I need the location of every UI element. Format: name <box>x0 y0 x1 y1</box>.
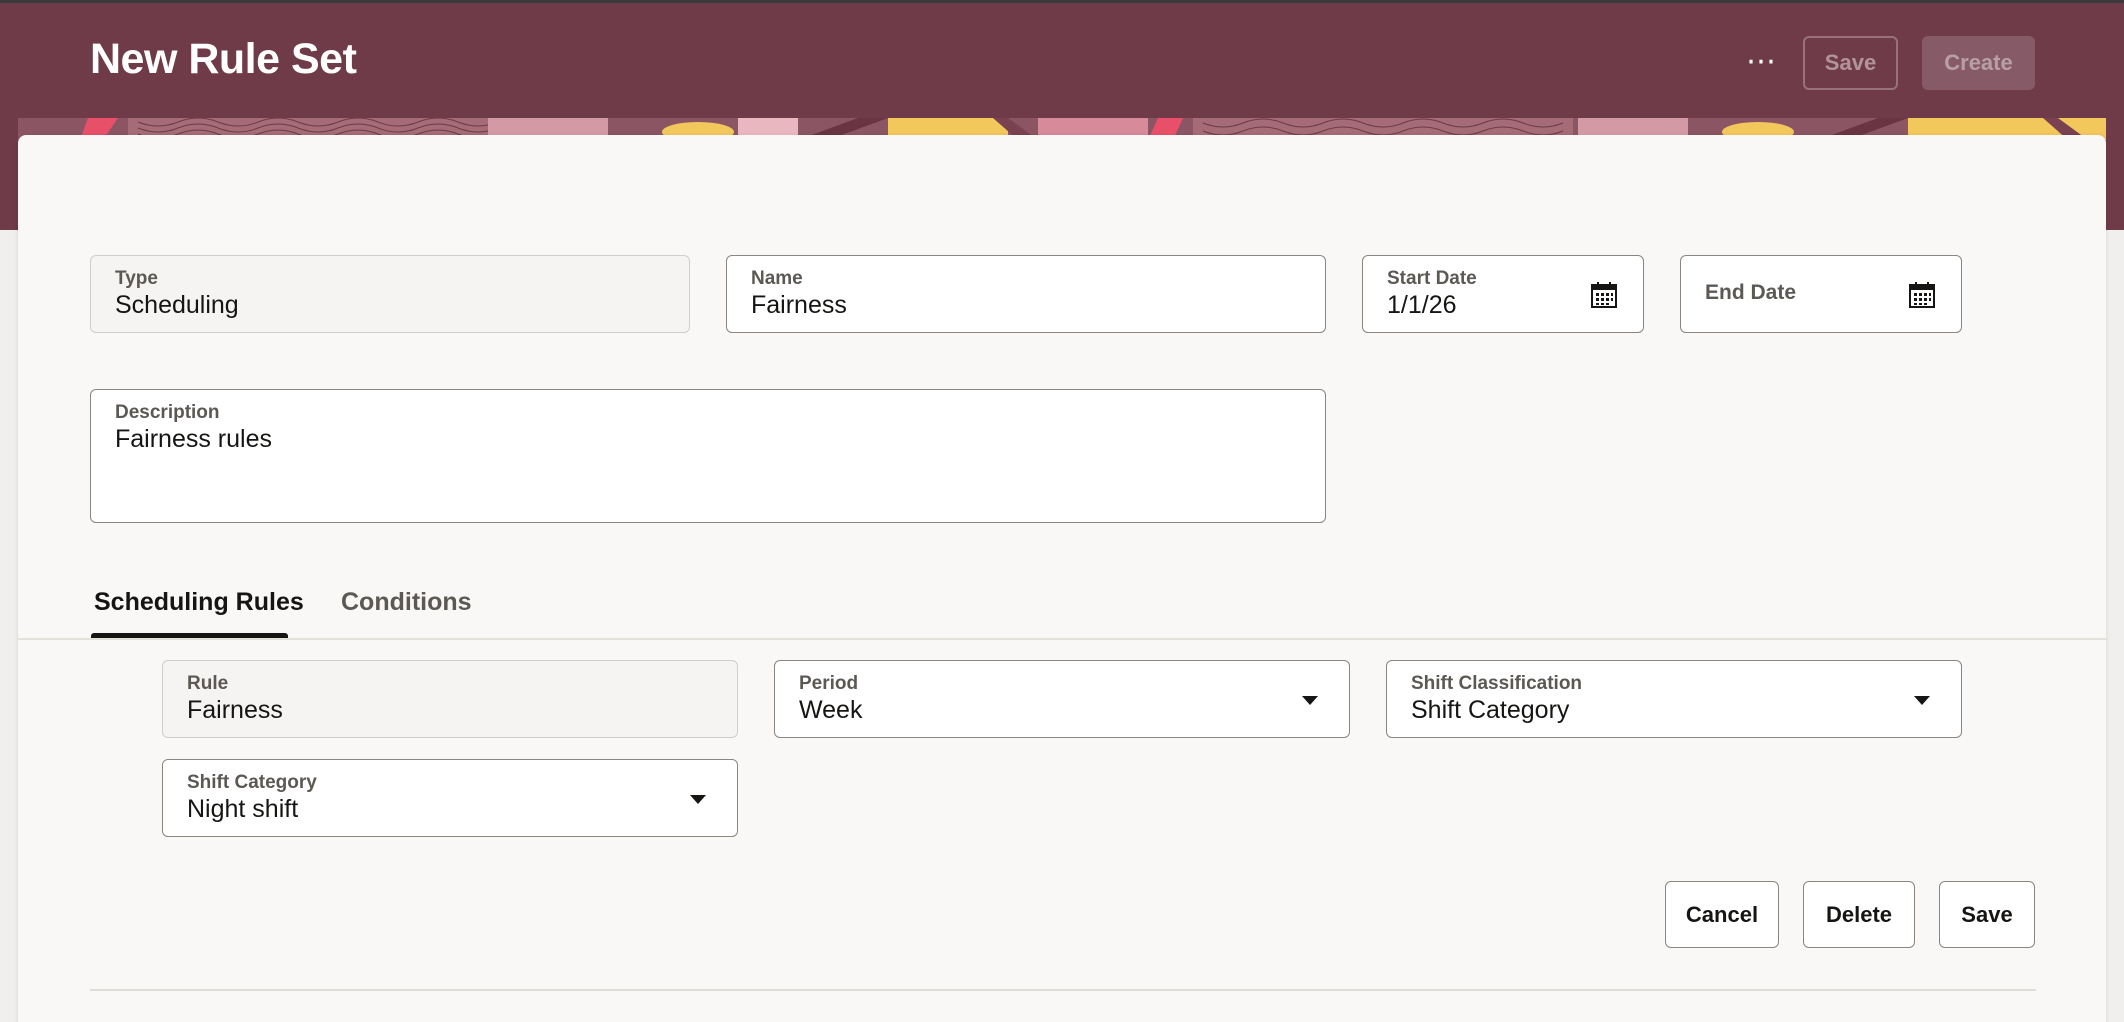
rule-value: Fairness <box>187 696 283 724</box>
bottom-divider <box>90 989 2036 991</box>
rule-field: Rule Fairness <box>162 660 738 738</box>
start-date-value: 1/1/26 <box>1387 291 1457 319</box>
description-value: Fairness rules <box>115 425 272 453</box>
delete-button[interactable]: Delete <box>1803 881 1915 948</box>
shift-classification-select[interactable]: Shift Classification Shift Category <box>1386 660 1962 738</box>
tab-conditions[interactable]: Conditions <box>341 588 472 617</box>
chevron-down-icon[interactable] <box>683 784 713 814</box>
name-input[interactable]: Name Fairness <box>726 255 1326 333</box>
calendar-icon[interactable] <box>1589 280 1619 310</box>
name-label: Name <box>751 268 803 289</box>
chevron-down-icon[interactable] <box>1295 685 1325 715</box>
header-save-button[interactable]: Save <box>1803 36 1898 90</box>
more-icon: ⋯ <box>1746 44 1776 78</box>
period-value: Week <box>799 696 863 724</box>
period-label: Period <box>799 673 859 694</box>
period-select[interactable]: Period Week <box>774 660 1350 738</box>
end-date-input[interactable]: End Date <box>1680 255 1962 333</box>
description-label: Description <box>115 402 220 423</box>
start-date-label: Start Date <box>1387 268 1477 289</box>
shift-category-value: Night shift <box>187 795 299 823</box>
type-label: Type <box>115 268 158 289</box>
tab-scheduling-rules[interactable]: Scheduling Rules <box>94 588 304 617</box>
create-button[interactable]: Create <box>1922 36 2035 90</box>
shift-classification-label: Shift Classification <box>1411 673 1583 694</box>
type-value: Scheduling <box>115 291 239 319</box>
name-value: Fairness <box>751 291 847 319</box>
cancel-button[interactable]: Cancel <box>1665 881 1779 948</box>
shift-category-select[interactable]: Shift Category Night shift <box>162 759 738 837</box>
more-actions-button[interactable]: ⋯ <box>1735 33 1787 89</box>
rule-label: Rule <box>187 673 229 694</box>
description-textarea[interactable]: Description Fairness rules <box>90 389 1326 523</box>
end-date-label: End Date <box>1705 281 1797 304</box>
shift-classification-value: Shift Category <box>1411 696 1570 724</box>
start-date-input[interactable]: Start Date 1/1/26 <box>1362 255 1644 333</box>
type-field: Type Scheduling <box>90 255 690 333</box>
save-button[interactable]: Save <box>1939 881 2035 948</box>
calendar-icon[interactable] <box>1907 280 1937 310</box>
shift-category-label: Shift Category <box>187 772 317 793</box>
chevron-down-icon[interactable] <box>1907 685 1937 715</box>
page-title: New Rule Set <box>90 35 357 83</box>
tab-divider <box>18 638 2106 640</box>
